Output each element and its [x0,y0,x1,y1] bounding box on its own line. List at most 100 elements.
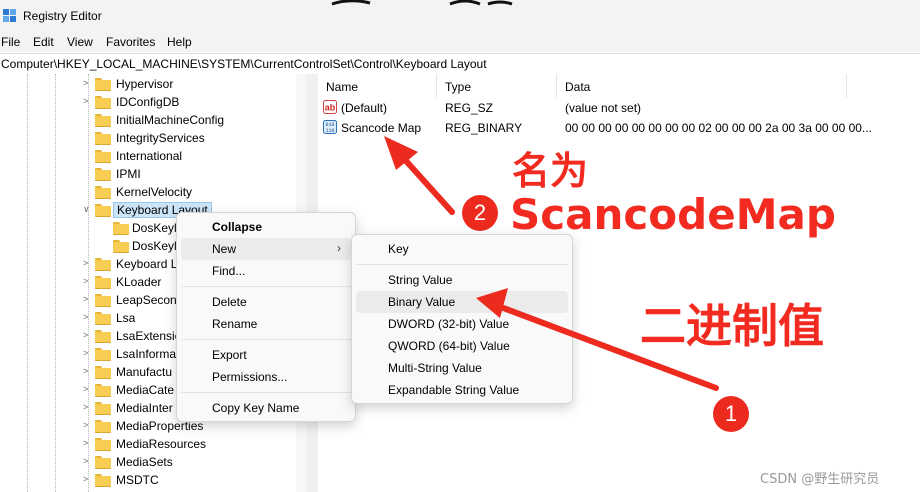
folder-icon [95,348,111,361]
tree-item-label: MediaResources [116,437,207,451]
value-row-scancode-map[interactable]: 010 110 Scancode Map REG_BINARY 00 00 00… [318,118,918,138]
folder-icon [95,294,111,307]
expand-arrow-icon[interactable]: > [83,420,88,430]
submenu-item-string-value[interactable]: String Value [356,269,568,291]
tree-item-integrityservices[interactable]: IntegrityServices [0,129,300,147]
tree-item-international[interactable]: International [0,147,300,165]
tree-item-label: LsaInforma [116,347,177,361]
svg-text:110: 110 [325,128,334,134]
submenu-item-key[interactable]: Key [356,238,568,260]
expand-arrow-icon[interactable]: > [83,78,88,88]
menu-separator [181,339,351,340]
expand-arrow-icon[interactable]: > [83,276,88,286]
submenu-item-binary-value[interactable]: Binary Value [356,291,568,313]
value-row-default[interactable]: ab (Default) REG_SZ (value not set) [318,98,918,118]
folder-icon [95,402,111,415]
folder-icon [95,438,111,451]
tree-item-ipmi[interactable]: IPMI [0,165,300,183]
new-submenu: Key String Value Binary Value DWORD (32-… [351,234,573,404]
expand-arrow-icon[interactable]: > [83,330,88,340]
tree-item-label: IPMI [116,167,141,181]
expand-arrow-icon[interactable]: > [83,402,88,412]
submenu-item-dword-value[interactable]: DWORD (32-bit) Value [356,313,568,335]
menu-view[interactable]: View [67,35,93,49]
cropped-handwriting-mark [331,0,513,6]
folder-icon [95,204,111,217]
column-header-name[interactable]: Name [318,74,437,98]
folder-icon [95,78,111,91]
expand-arrow-icon[interactable]: > [83,294,88,304]
address-bar[interactable]: Computer\HKEY_LOCAL_MACHINE\SYSTEM\Curre… [0,53,920,75]
expand-arrow-icon[interactable]: > [83,366,88,376]
menu-separator [181,286,351,287]
tree-item-label: International [116,149,183,163]
tree-item-msdtc[interactable]: > MSDTC [0,471,300,489]
expand-arrow-icon[interactable]: > [83,258,88,268]
column-header-type[interactable]: Type [437,74,557,98]
window-title: Registry Editor [23,9,102,23]
menu-item-new[interactable]: New › [181,238,351,260]
value-name: (Default) [341,101,388,115]
svg-text:ab: ab [325,103,336,113]
string-value-icon: ab [323,100,337,114]
menu-item-export[interactable]: Export [181,344,351,366]
tree-item-idconfigdb[interactable]: > IDConfigDB [0,93,300,111]
tree-item-kernelvelocity[interactable]: KernelVelocity [0,183,300,201]
tree-item-hypervisor[interactable]: > Hypervisor [0,75,300,93]
expand-arrow-icon[interactable]: > [83,456,88,466]
column-header-data[interactable]: Data [557,74,847,98]
folder-icon [95,258,111,271]
folder-icon [113,240,129,253]
step-badge-2: 2 [462,195,498,231]
tree-item-label: MediaCate [116,383,175,397]
folder-icon [95,312,111,325]
submenu-item-expandable-string-value[interactable]: Expandable String Value [356,379,568,401]
folder-icon [95,150,111,163]
menu-item-rename[interactable]: Rename [181,313,351,335]
tree-item-label: MediaSets [116,455,173,469]
tree-item-label: Hypervisor [116,77,174,91]
expand-arrow-icon[interactable]: > [83,96,88,106]
tree-item-mediasets[interactable]: > MediaSets [0,453,300,471]
registry-editor-icon [3,9,16,22]
value-data: 00 00 00 00 00 00 00 00 02 00 00 00 2a 0… [565,121,872,135]
folder-icon [95,366,111,379]
menu-item-delete[interactable]: Delete [181,291,351,313]
annotation-name-en: ScancodeMap [510,190,836,239]
menu-item-copy-key-name[interactable]: Copy Key Name [181,397,351,419]
submenu-item-multi-string-value[interactable]: Multi-String Value [356,357,568,379]
tree-item-label: IDConfigDB [116,95,180,109]
expand-arrow-icon[interactable]: > [83,438,88,448]
folder-icon [95,456,111,469]
tree-item-initialmachineconfig[interactable]: InitialMachineConfig [0,111,300,129]
tree-item-label: KLoader [116,275,162,289]
step-badge-1: 1 [713,396,749,432]
submenu-item-qword-value[interactable]: QWORD (64-bit) Value [356,335,568,357]
value-name: Scancode Map [341,121,422,135]
tree-item-label: DosKeyl [132,239,177,253]
menu-edit[interactable]: Edit [33,35,54,49]
folder-icon [95,276,111,289]
address-path[interactable]: Computer\HKEY_LOCAL_MACHINE\SYSTEM\Curre… [1,57,487,71]
expand-arrow-icon[interactable]: > [83,474,88,484]
expand-arrow-icon[interactable]: > [83,384,88,394]
menu-favorites[interactable]: Favorites [106,35,155,49]
menu-help[interactable]: Help [167,35,192,49]
menu-item-collapse[interactable]: Collapse [181,216,351,238]
collapse-arrow-icon[interactable]: ∨ [83,204,90,215]
value-data: (value not set) [565,101,642,115]
watermark: CSDN @野生研究员 [760,472,880,487]
menu-item-permissions[interactable]: Permissions... [181,366,351,388]
menu-file[interactable]: File [1,35,20,49]
tree-item-mediaresources[interactable]: > MediaResources [0,435,300,453]
folder-icon [113,222,129,235]
expand-arrow-icon[interactable]: > [83,312,88,322]
menu-item-find[interactable]: Find... [181,260,351,282]
folder-icon [95,114,111,127]
tree-item-label: LsaExtensio [116,329,182,343]
expand-arrow-icon[interactable]: > [83,348,88,358]
folder-icon [95,186,111,199]
folder-icon [95,420,111,433]
folder-icon [95,96,111,109]
folder-icon [95,132,111,145]
